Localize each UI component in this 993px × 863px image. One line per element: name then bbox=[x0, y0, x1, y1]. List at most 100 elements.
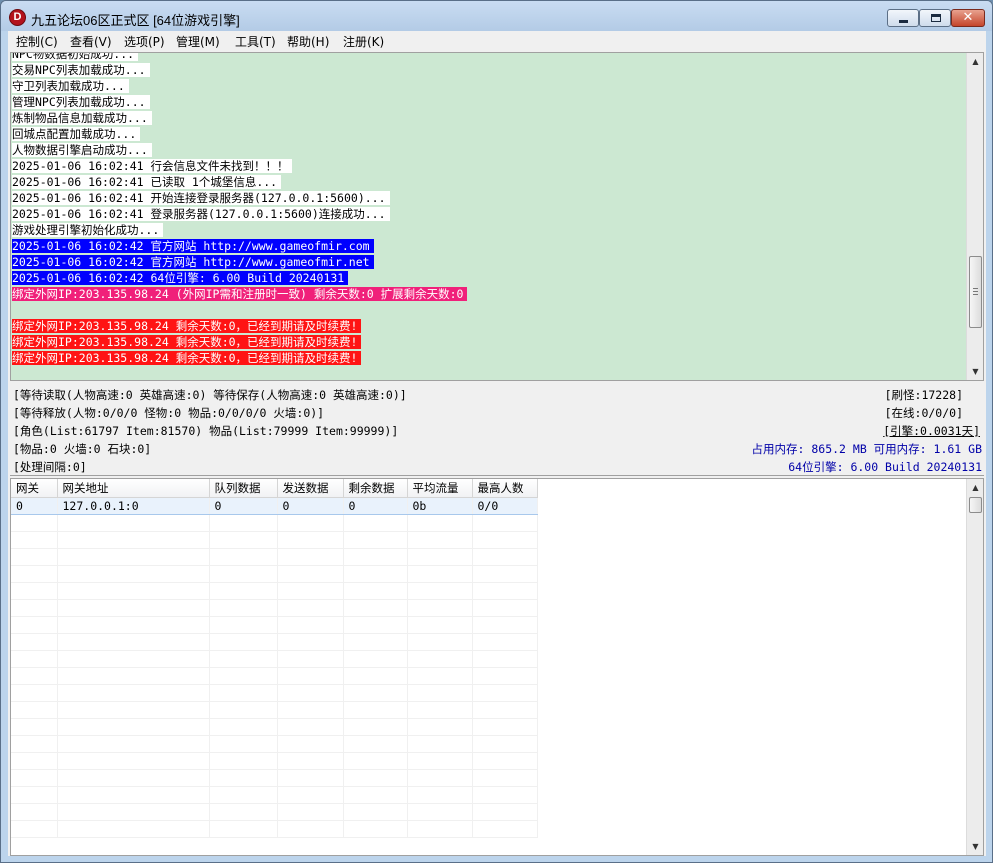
table-row[interactable] bbox=[11, 752, 538, 770]
table-cell bbox=[57, 820, 210, 838]
menu-control[interactable]: 控制(C) bbox=[16, 33, 58, 50]
scroll-down-icon[interactable]: ▼ bbox=[967, 363, 983, 380]
table-cell bbox=[472, 769, 538, 787]
table-row[interactable] bbox=[11, 684, 538, 702]
minimize-button[interactable] bbox=[887, 9, 919, 27]
column-header[interactable]: 网关 bbox=[11, 479, 58, 498]
table-cell bbox=[57, 667, 210, 685]
log-text: 2025-01-06 16:02:41 开始连接登录服务器(127.0.0.1:… bbox=[12, 191, 390, 205]
table-cell bbox=[209, 667, 278, 685]
table-row[interactable] bbox=[11, 514, 538, 532]
column-header[interactable]: 最高人数 bbox=[472, 479, 538, 498]
table-cell bbox=[11, 701, 58, 719]
menu-view[interactable]: 查看(V) bbox=[70, 33, 112, 50]
log-text: 2025-01-06 16:02:42 官方网站 http://www.game… bbox=[12, 255, 374, 269]
table-row[interactable] bbox=[11, 667, 538, 685]
log-line: 2025-01-06 16:02:42 64位引擎: 6.00 Build 20… bbox=[12, 270, 967, 286]
scroll-down-icon[interactable]: ▼ bbox=[967, 838, 983, 855]
log-line: 绑定外网IP:203.135.98.24 (外网IP需和注册时一致) 剩余天数:… bbox=[12, 286, 967, 302]
log-line: 炼制物品信息加载成功... bbox=[12, 110, 967, 126]
table-row[interactable] bbox=[11, 769, 538, 787]
gateway-list[interactable]: 网关 网关地址 队列数据 发送数据 剩余数据 平均流量 最高人数 0 127.0.0.1:0 0… bbox=[10, 478, 984, 856]
log-text: 游戏处理引擎初始化成功... bbox=[12, 223, 164, 237]
table-cell bbox=[209, 769, 278, 787]
column-header[interactable]: 发送数据 bbox=[277, 479, 344, 498]
table-cell: 0 bbox=[209, 496, 278, 515]
table-row[interactable] bbox=[11, 582, 538, 600]
status-engine-version: 64位引擎: 6.00 Build 20240131 bbox=[788, 460, 982, 474]
scroll-thumb[interactable] bbox=[969, 497, 982, 513]
menu-help[interactable]: 帮助(H) bbox=[287, 33, 329, 50]
table-cell bbox=[57, 752, 210, 770]
table-cell bbox=[209, 514, 278, 532]
table-row[interactable] bbox=[11, 650, 538, 668]
table-row[interactable] bbox=[11, 531, 538, 549]
table-cell bbox=[407, 650, 473, 668]
log-text: 回城点配置加载成功... bbox=[12, 127, 141, 141]
table-header: 网关 网关地址 队列数据 发送数据 剩余数据 平均流量 最高人数 bbox=[11, 479, 538, 498]
column-header[interactable]: 网关地址 bbox=[57, 479, 210, 498]
log-line: 回城点配置加载成功... bbox=[12, 126, 967, 142]
table-cell bbox=[343, 531, 408, 549]
main-window: D 九五论坛06区正式区 [64位游戏引擎] ✕ 控制(C) 查看(V) 选项(… bbox=[0, 0, 993, 863]
column-header[interactable]: 队列数据 bbox=[209, 479, 278, 498]
table-row[interactable] bbox=[11, 616, 538, 634]
client-area: NPC物数据初始成功... 交易NPC列表加载成功... 守卫列表加载成功... 管理… bbox=[8, 50, 986, 856]
table-row[interactable] bbox=[11, 735, 538, 753]
menu-tools[interactable]: 工具(T) bbox=[235, 33, 276, 50]
table-row[interactable] bbox=[11, 803, 538, 821]
table-cell bbox=[57, 582, 210, 600]
table-row[interactable] bbox=[11, 786, 538, 804]
table-cell bbox=[11, 735, 58, 753]
table-cell bbox=[343, 633, 408, 651]
log-line: 管理NPC列表加载成功... bbox=[12, 94, 967, 110]
menu-manage[interactable]: 管理(M) bbox=[176, 33, 220, 50]
table-cell bbox=[57, 650, 210, 668]
table-cell bbox=[11, 684, 58, 702]
table-cell bbox=[343, 548, 408, 566]
table-cell bbox=[277, 616, 344, 634]
table-cell bbox=[11, 633, 58, 651]
log-text: 2025-01-06 16:02:41 登录服务器(127.0.0.1:5600… bbox=[12, 207, 390, 221]
table-cell bbox=[407, 803, 473, 821]
table-cell bbox=[343, 514, 408, 532]
scroll-up-icon[interactable]: ▲ bbox=[967, 53, 983, 70]
table-cell bbox=[472, 531, 538, 549]
close-button[interactable]: ✕ bbox=[951, 9, 985, 27]
maximize-button[interactable] bbox=[919, 9, 951, 27]
table-cell bbox=[472, 667, 538, 685]
gateway-scrollbar[interactable]: ▲ ▼ bbox=[966, 479, 983, 855]
log-scrollbar[interactable]: ▲ ▼ bbox=[966, 53, 983, 380]
table-row[interactable] bbox=[11, 701, 538, 719]
status-engine-days[interactable]: [引擎:0.0031天] bbox=[883, 423, 980, 439]
table-row[interactable] bbox=[11, 820, 538, 838]
log-line: 2025-01-06 16:02:42 官方网站 http://www.game… bbox=[12, 254, 967, 270]
table-cell bbox=[11, 599, 58, 617]
table-cell bbox=[472, 803, 538, 821]
table-row[interactable] bbox=[11, 599, 538, 617]
status-interval: [处理间隔:0] bbox=[13, 460, 87, 474]
scroll-up-icon[interactable]: ▲ bbox=[967, 479, 983, 496]
scroll-thumb[interactable] bbox=[969, 256, 982, 328]
table-cell bbox=[277, 548, 344, 566]
menu-register[interactable]: 注册(K) bbox=[343, 33, 384, 50]
table-cell bbox=[407, 769, 473, 787]
table-cell bbox=[343, 820, 408, 838]
table-cell bbox=[407, 633, 473, 651]
table-row[interactable]: 0 127.0.0.1:0 0 0 0 0b 0/0 bbox=[11, 496, 538, 515]
log-text: 人物数据引擎启动成功... bbox=[12, 143, 152, 157]
title-bar[interactable]: D 九五论坛06区正式区 [64位游戏引擎] ✕ bbox=[1, 1, 992, 31]
table-cell bbox=[472, 735, 538, 753]
table-cell bbox=[57, 531, 210, 549]
table-row[interactable] bbox=[11, 548, 538, 566]
log-panel[interactable]: NPC物数据初始成功... 交易NPC列表加载成功... 守卫列表加载成功... 管理… bbox=[10, 52, 984, 381]
table-cell bbox=[11, 667, 58, 685]
menu-options[interactable]: 选项(P) bbox=[124, 33, 165, 50]
table-row[interactable] bbox=[11, 565, 538, 583]
table-row[interactable] bbox=[11, 633, 538, 651]
table-cell bbox=[343, 803, 408, 821]
column-header[interactable]: 剩余数据 bbox=[343, 479, 408, 498]
column-header[interactable]: 平均流量 bbox=[407, 479, 473, 498]
table-row[interactable] bbox=[11, 718, 538, 736]
table-cell bbox=[209, 599, 278, 617]
